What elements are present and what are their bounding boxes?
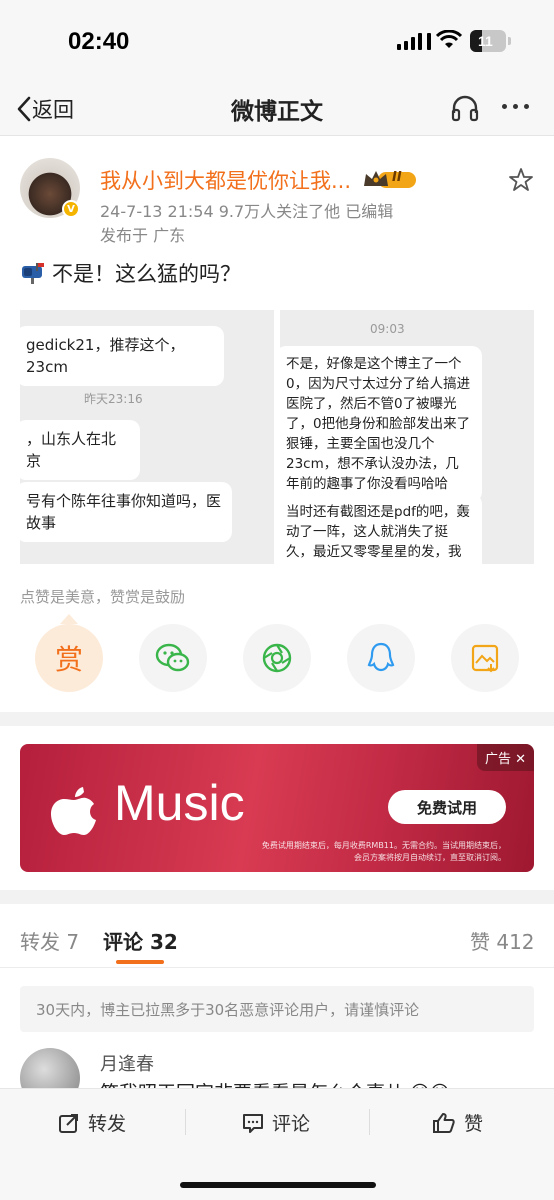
- comment-icon: [243, 1113, 263, 1133]
- wifi-icon: [436, 30, 462, 48]
- tab-comment[interactable]: 评论 32: [103, 926, 178, 955]
- save-image-button[interactable]: [451, 624, 519, 692]
- chat-bubble: 不是，好像是这个博主了一个0，因为尺寸太过分了给人搞进医院了，然后不管0了被曝光…: [280, 346, 482, 502]
- reward-button[interactable]: 赏: [35, 624, 103, 692]
- home-indicator[interactable]: [180, 1182, 376, 1188]
- headphones-icon[interactable]: [450, 93, 480, 123]
- mailbox-emoji-icon: [22, 263, 44, 284]
- chat-bubble: ，山东人在北京: [20, 420, 140, 480]
- nav-bar: 返回 微博正文: [0, 80, 554, 136]
- moments-share-button[interactable]: [243, 624, 311, 692]
- author-name[interactable]: 我从小到大都是优你让我...: [100, 165, 351, 195]
- wechat-icon: [155, 643, 190, 672]
- favorite-star-icon[interactable]: [508, 167, 534, 193]
- qq-icon: [367, 642, 395, 672]
- battery-cap: [508, 37, 511, 45]
- comment-notice: 30天内，博主已拉黑多于30名恶意评论用户，请谨慎评论: [20, 986, 534, 1032]
- interaction-tabs: 转发 7 评论 32 赞 412: [0, 904, 554, 968]
- tab-repost[interactable]: 转发 7: [20, 926, 79, 955]
- status-time: 02:40: [68, 28, 130, 55]
- like-button[interactable]: 赞: [432, 1109, 483, 1136]
- chat-bubble: 当时还有截图还是pdf的吧，轰动了一阵，这人就消失了挺久，最近又零零星星的发，我…: [280, 494, 482, 564]
- moments-icon: [262, 643, 292, 673]
- ad-fine-line: 会员方案将按月自动续订，直至取消订阅。: [354, 853, 506, 862]
- section-divider: [0, 890, 554, 904]
- bar-separator: [369, 1109, 370, 1135]
- battery-icon: 11: [470, 30, 506, 52]
- battery-percent: 11: [478, 33, 493, 49]
- commenter-name[interactable]: 月逢春: [100, 1050, 154, 1076]
- like-label: 赞: [464, 1113, 484, 1135]
- active-tab-indicator: [116, 960, 164, 964]
- repost-icon: [59, 1113, 78, 1133]
- apple-logo-icon: [51, 787, 96, 835]
- comment-button[interactable]: 评论: [242, 1109, 310, 1136]
- status-bar: 02:40 11: [0, 0, 554, 80]
- comment-label: 评论: [272, 1113, 311, 1135]
- member-level: II: [392, 170, 402, 185]
- thumbs-up-icon: [433, 1112, 455, 1133]
- chat-line: 故事: [26, 514, 57, 532]
- ad-cta-button[interactable]: 免费试用: [388, 790, 506, 824]
- reward-hint: 点赞是美意，赞赏是鼓励: [20, 588, 186, 606]
- qq-share-button[interactable]: [347, 624, 415, 692]
- post-meta: 24-7-13 21:54 9.7万人关注了他 已编辑: [100, 202, 394, 221]
- chat-timestamp: 09:03: [370, 322, 405, 336]
- bar-separator: [185, 1109, 186, 1135]
- repost-button[interactable]: 转发: [58, 1109, 126, 1136]
- wechat-share-button[interactable]: [139, 624, 207, 692]
- member-crown-icon: [364, 171, 416, 188]
- post-text: 不是！这么猛的吗？: [52, 262, 241, 286]
- ad-fine-print: 免费试用期结束后，每月收费RMB11。无需合约。当试用期结束后， 会员方案将按月…: [262, 840, 506, 864]
- section-divider: [0, 712, 554, 726]
- repost-label: 转发: [88, 1113, 127, 1135]
- chat-bubble: gedick21，推荐这个，23cm: [20, 326, 224, 386]
- chat-timestamp: 昨天23:16: [84, 392, 143, 406]
- post-location: 发布于 广东: [100, 226, 186, 245]
- save-image-icon: [471, 644, 499, 673]
- tab-like[interactable]: 赞 412: [470, 926, 535, 955]
- post-image-right[interactable]: 09:03 不是，好像是这个博主了一个0，因为尺寸太过分了给人搞进医院了，然后不…: [280, 310, 534, 564]
- more-dots-icon[interactable]: [502, 104, 529, 109]
- ad-banner[interactable]: Music 广告 ✕ 免费试用 免费试用期结束后，每月收费RMB11。无需合约。…: [20, 744, 534, 872]
- cellular-signal-icon: [397, 32, 431, 50]
- share-actions: 赏: [0, 624, 554, 694]
- chat-bubble: 号有个陈年往事你知道吗，医 故事: [20, 482, 232, 542]
- post-text-row: 不是！这么猛的吗？: [20, 258, 241, 288]
- ad-brand: Music: [114, 775, 245, 831]
- post-image-left[interactable]: gedick21，推荐这个，23cm 昨天23:16 ，山东人在北京 号有个陈年…: [20, 310, 274, 564]
- verified-badge: V: [62, 200, 80, 218]
- reward-label: 赏: [54, 643, 83, 676]
- ad-tag-close[interactable]: 广告 ✕: [476, 744, 534, 771]
- chat-line: 号有个陈年往事你知道吗，医: [26, 492, 222, 510]
- reward-pointer: [60, 614, 78, 624]
- ad-fine-line: 免费试用期结束后，每月收费RMB11。无需合约。当试用期结束后，: [261, 841, 506, 850]
